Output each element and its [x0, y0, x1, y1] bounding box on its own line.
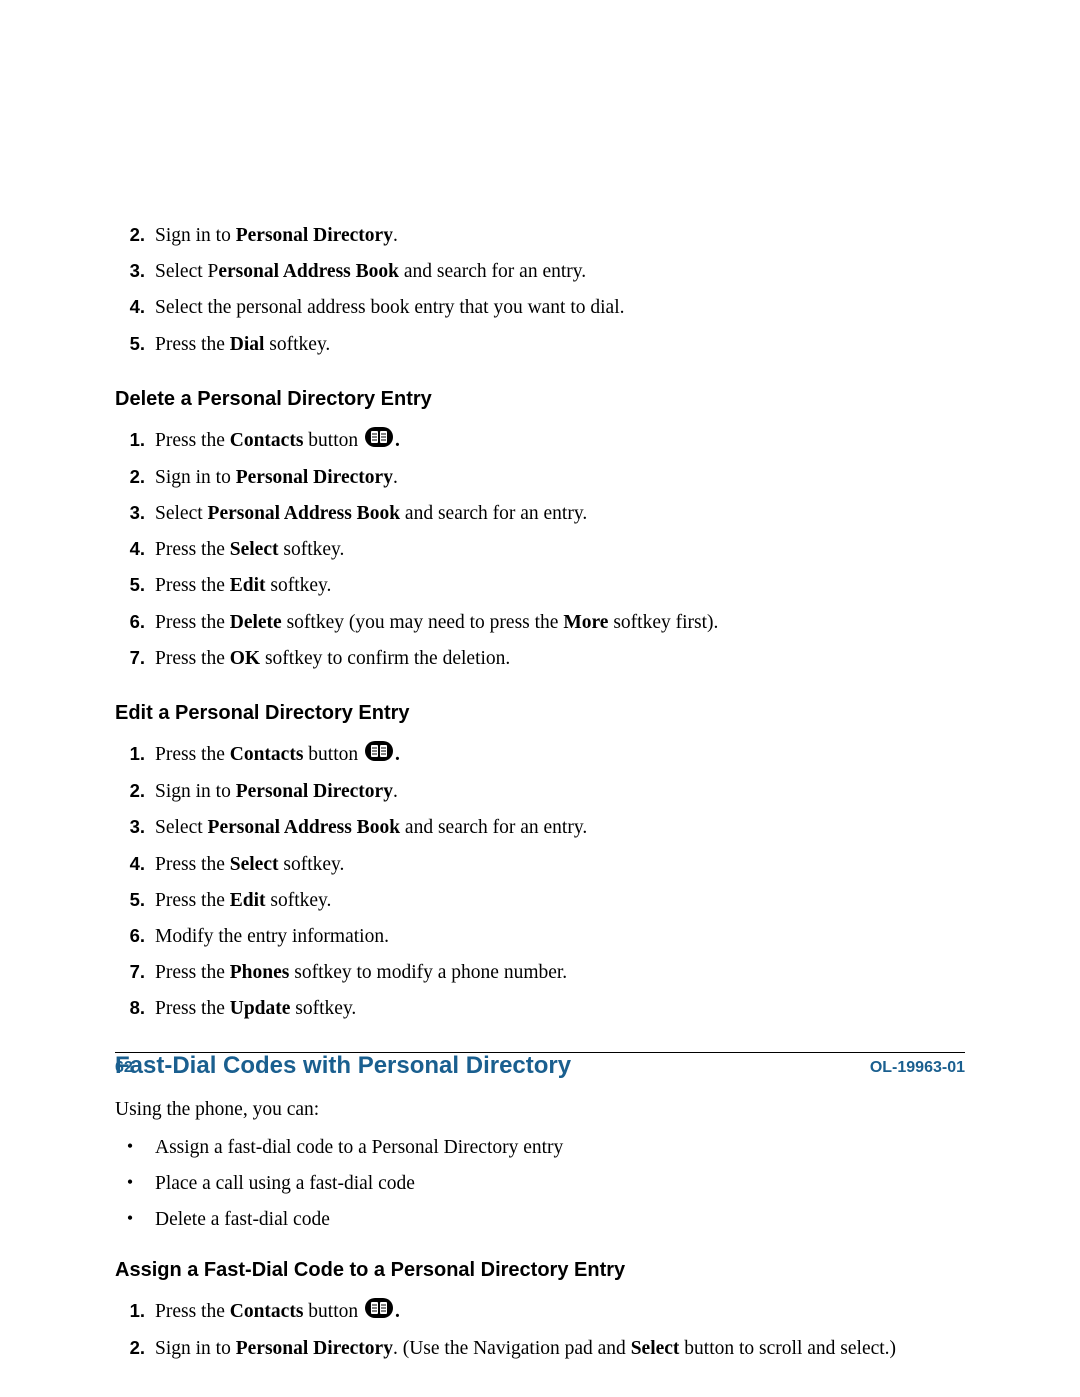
list-item-text: Modify the entry information. — [155, 921, 965, 952]
list-item-text: Select the personal address book entry t… — [155, 292, 965, 323]
contacts-button-icon — [365, 740, 393, 771]
list-item-text: Press the Select softkey. — [155, 534, 965, 565]
list-item-text: Press the Phones softkey to modify a pho… — [155, 957, 965, 988]
list-item-text: Press the Delete softkey (you may need t… — [155, 607, 965, 638]
list-item-text: Press the Edit softkey. — [155, 570, 965, 601]
intro-ordered-list: 2. Sign in to Personal Directory. 3. Select… — [115, 220, 965, 360]
list-item: 3. Select Personal Address Book and searc… — [115, 812, 965, 843]
list-item: 2. Sign in to Personal Directory. — [115, 220, 965, 251]
list-item-text: Place a call using a fast-dial code — [155, 1168, 415, 1199]
list-item-text: Press the Contacts button . — [155, 1296, 965, 1328]
list-item: 5. Press the Edit softkey. — [115, 885, 965, 916]
list-item: 6. Press the Delete softkey (you may need… — [115, 607, 965, 638]
list-item-number: 4. — [115, 292, 145, 322]
list-item: 4. Press the Select softkey. — [115, 849, 965, 880]
document-page: 2. Sign in to Personal Directory. 3. Select… — [0, 0, 1080, 1365]
list-item-text: Sign in to Personal Directory. — [155, 220, 965, 251]
list-item-text: Select Personal Address Book and search … — [155, 256, 965, 287]
bullet-icon: • — [115, 1132, 145, 1163]
list-item-text: Press the Contacts button . — [155, 739, 965, 771]
list-item-number: 7. — [115, 643, 145, 673]
bullet-list: • Assign a fast-dial code to a Personal D… — [115, 1132, 965, 1236]
section-subheading: Edit a Personal Directory Entry — [115, 702, 965, 725]
list-item-number: 2. — [115, 776, 145, 806]
list-item-number: 8. — [115, 993, 145, 1023]
list-item: 4. Press the Select softkey. — [115, 534, 965, 565]
list-item: 5. Press the Edit softkey. — [115, 570, 965, 601]
list-item-number: 3. — [115, 498, 145, 528]
list-item-number: 4. — [115, 849, 145, 879]
list-item-text: Select Personal Address Book and search … — [155, 498, 965, 529]
list-item: 3. Select Personal Address Book and searc… — [115, 256, 965, 287]
list-item-number: 1. — [115, 1296, 145, 1326]
list-item: 2. Sign in to Personal Directory. — [115, 462, 965, 493]
list-item: 2. Sign in to Personal Directory. — [115, 776, 965, 807]
list-item: 6. Modify the entry information. — [115, 921, 965, 952]
list-item-number: 2. — [115, 1333, 145, 1363]
list-item-text: Press the Update softkey. — [155, 993, 965, 1024]
list-item: 7. Press the OK softkey to confirm the de… — [115, 643, 965, 674]
page-number: 62 — [115, 1059, 133, 1077]
list-item-number: 2. — [115, 220, 145, 250]
list-item: 8. Press the Update softkey. — [115, 993, 965, 1024]
list-item-text: Press the Select softkey. — [155, 849, 965, 880]
document-id: OL-19963-01 — [870, 1059, 965, 1077]
section-ordered-list: 1. Press the Contacts button . 2. Sign in t… — [115, 425, 965, 674]
list-item-number: 4. — [115, 534, 145, 564]
list-item-number: 3. — [115, 812, 145, 842]
list-item-number: 2. — [115, 462, 145, 492]
list-item-text: Press the Edit softkey. — [155, 885, 965, 916]
list-item-text: Delete a fast-dial code — [155, 1204, 330, 1235]
list-item-number: 3. — [115, 256, 145, 286]
list-item-text: Sign in to Personal Directory. (Use the … — [155, 1333, 965, 1364]
section-subheading: Delete a Personal Directory Entry — [115, 388, 965, 411]
list-item-number: 5. — [115, 329, 145, 359]
contacts-button-icon — [365, 426, 393, 457]
list-item-number: 6. — [115, 607, 145, 637]
list-item: 2. Sign in to Personal Directory. (Use th… — [115, 1333, 965, 1364]
list-item-number: 1. — [115, 739, 145, 769]
list-item: 5. Press the Dial softkey. — [115, 329, 965, 360]
list-item-number: 1. — [115, 425, 145, 455]
list-item-text: Select Personal Address Book and search … — [155, 812, 965, 843]
list-item: 1. Press the Contacts button . — [115, 425, 965, 457]
list-item: 1. Press the Contacts button . — [115, 1296, 965, 1328]
list-item-text: Press the Contacts button . — [155, 425, 965, 457]
list-item-text: Assign a fast-dial code to a Personal Di… — [155, 1132, 563, 1163]
list-item: 3. Select Personal Address Book and searc… — [115, 498, 965, 529]
list-item-text: Sign in to Personal Directory. — [155, 462, 965, 493]
assign-heading: Assign a Fast-Dial Code to a Personal Di… — [115, 1259, 965, 1282]
list-item-number: 7. — [115, 957, 145, 987]
list-item: 7. Press the Phones softkey to modify a p… — [115, 957, 965, 988]
list-item-text: Press the Dial softkey. — [155, 329, 965, 360]
section-ordered-list: 1. Press the Contacts button . 2. Sign in t… — [115, 739, 965, 1024]
assign-ordered-list: 1. Press the Contacts button . 2. Sign in t… — [115, 1296, 965, 1364]
list-item-number: 6. — [115, 921, 145, 951]
contacts-button-icon — [365, 1297, 393, 1328]
list-item: 1. Press the Contacts button . — [115, 739, 965, 771]
bullet-icon: • — [115, 1204, 145, 1235]
list-item: • Delete a fast-dial code — [115, 1204, 965, 1235]
page-footer: 62 OL-19963-01 — [115, 1052, 965, 1077]
main-intro-paragraph: Using the phone, you can: — [115, 1094, 965, 1125]
list-item-text: Press the OK softkey to confirm the dele… — [155, 643, 965, 674]
list-item-text: Sign in to Personal Directory. — [155, 776, 965, 807]
list-item-number: 5. — [115, 885, 145, 915]
sections-container: Delete a Personal Directory Entry 1. Press… — [115, 388, 965, 1025]
list-item: • Assign a fast-dial code to a Personal D… — [115, 1132, 965, 1163]
list-item: • Place a call using a fast-dial code — [115, 1168, 965, 1199]
bullet-icon: • — [115, 1168, 145, 1199]
list-item-number: 5. — [115, 570, 145, 600]
list-item: 4. Select the personal address book entry… — [115, 292, 965, 323]
